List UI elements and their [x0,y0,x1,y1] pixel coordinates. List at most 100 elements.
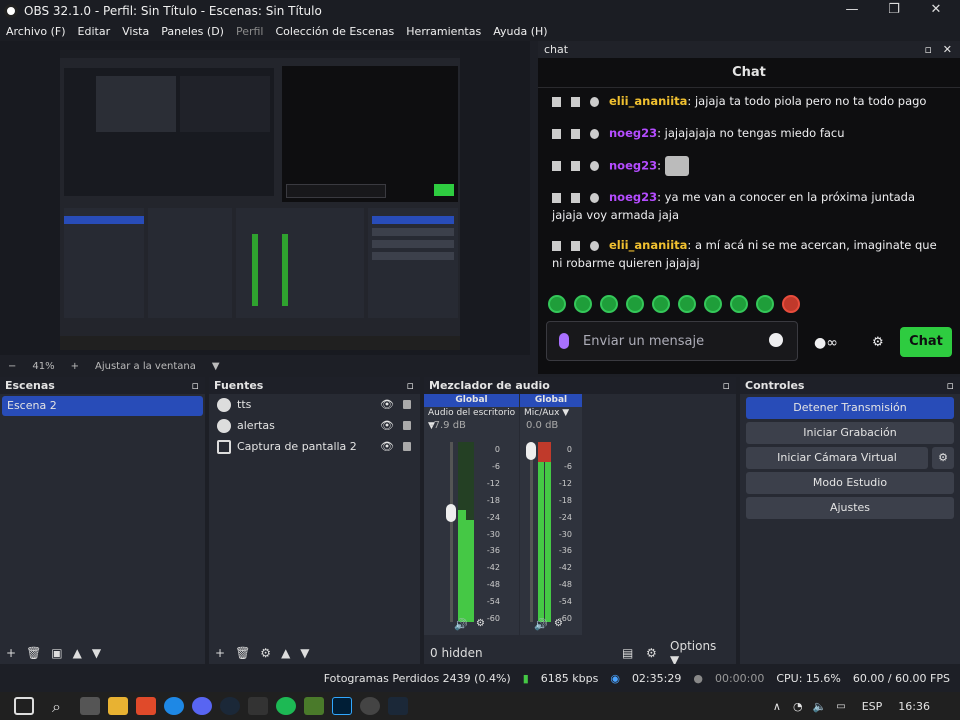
start-icon[interactable] [14,697,34,715]
minecraft-icon[interactable] [304,697,324,715]
emoji-icon[interactable] [769,333,783,347]
float-icon[interactable]: ▫ [407,379,414,392]
lock-icon[interactable] [403,421,411,430]
settings-icon[interactable]: ⚙ [476,618,485,629]
chat-username[interactable]: noeg23 [609,126,657,140]
eye-icon[interactable]: 👁 [380,419,394,432]
float-icon[interactable]: ▫ [192,379,199,392]
trash-icon[interactable]: 🗑 [235,646,250,660]
gear-icon[interactable]: ⚙ [932,447,954,469]
float-icon[interactable]: ▫ [947,379,954,392]
chat-input[interactable]: Enviar un mensaje [546,321,798,361]
eye-icon[interactable]: 👁 [380,440,394,453]
trash-icon[interactable] [552,128,561,139]
menu-vista[interactable]: Vista [122,25,149,38]
epic-games-icon[interactable] [248,697,268,715]
trash-icon[interactable] [552,240,561,251]
volume-slider-handle[interactable] [526,442,536,460]
scene-item[interactable]: Escena 2 [2,396,203,416]
minimize-button[interactable]: — [830,0,874,21]
channel-name[interactable]: Mic/Aux ▼ [520,407,582,420]
chat-send-button[interactable]: Chat [900,327,952,357]
arrow-down-icon[interactable]: ▼ [300,646,309,660]
start-virtual-camera-button[interactable]: Iniciar Cámara Virtual [746,447,928,469]
menu-archivo[interactable]: Archivo (F) [6,25,66,38]
tray-chevron-icon[interactable]: ∧ [773,700,781,713]
chat-username[interactable]: noeg23 [609,159,657,173]
add-icon[interactable]: + [215,646,225,660]
chat-username[interactable]: elii_ananiita [609,94,687,108]
add-icon[interactable]: + [6,646,16,660]
emote-icon[interactable] [574,295,592,313]
trash-icon[interactable] [552,161,561,171]
filter-icon[interactable]: ▣ [51,646,62,660]
start-recording-button[interactable]: Iniciar Grabación [746,422,954,444]
trash-icon[interactable] [552,192,561,203]
emote-icon[interactable] [782,295,800,313]
source-item[interactable]: alertas 👁 [209,415,420,436]
menu-coleccion[interactable]: Colección de Escenas [276,25,395,38]
settings-button[interactable]: Ajustes [746,497,954,519]
zoom-fit-select[interactable]: Ajustar a la ventana [95,361,196,372]
menu-paneles[interactable]: Paneles (D) [161,25,224,38]
timeout-icon[interactable] [571,240,580,251]
wifi-icon[interactable]: ◔ [793,700,803,713]
timeout-icon[interactable] [571,128,580,139]
maximize-button[interactable]: ❐ [872,0,916,21]
discord-icon[interactable] [192,697,212,715]
task-view-icon[interactable] [80,697,100,715]
emote-icon[interactable] [756,295,774,313]
menu-editar[interactable]: Editar [78,25,111,38]
settings-icon[interactable]: ⚙ [554,618,563,629]
file-explorer-icon[interactable] [108,697,128,715]
battery-icon[interactable]: ▭ [836,701,845,712]
trash-icon[interactable] [552,96,561,107]
chevron-down-icon[interactable]: ▼ [212,361,220,372]
arrow-up-icon[interactable]: ▲ [281,646,290,660]
steam-icon[interactable] [220,697,240,715]
speaker-icon[interactable]: 🔈 [813,700,827,713]
gear-icon[interactable]: ⚙ [260,646,271,660]
arrow-down-icon[interactable]: ▼ [92,646,101,660]
volume-slider-track[interactable] [530,442,533,622]
chat-username[interactable]: noeg23 [609,190,657,204]
source-item[interactable]: tts 👁 [209,394,420,415]
chat-username[interactable]: elii_ananiita [609,238,687,252]
emote-icon[interactable] [548,295,566,313]
lock-icon[interactable] [403,400,411,409]
trash-icon[interactable]: 🗑 [26,646,41,660]
studio-mode-button[interactable]: Modo Estudio [746,472,954,494]
timeout-icon[interactable] [571,161,580,171]
ban-icon[interactable] [590,161,599,171]
volume-slider-handle[interactable] [446,504,456,522]
lock-icon[interactable] [403,442,411,451]
layout-icon[interactable]: ▤ [622,646,633,660]
emote-icon[interactable] [730,295,748,313]
edge-icon[interactable] [164,697,184,715]
menu-ayuda[interactable]: Ayuda (H) [493,25,547,38]
microphone-icon[interactable] [559,333,569,349]
volume-icon[interactable]: 🔊 [534,618,548,631]
gear-icon[interactable]: ⚙ [872,335,884,350]
eye-icon[interactable]: 👁 [380,398,394,411]
brave-icon[interactable] [136,697,156,715]
spotify-icon[interactable] [276,697,296,715]
arrow-up-icon[interactable]: ▲ [73,646,82,660]
ban-icon[interactable] [590,240,599,251]
steam-taskbar-icon[interactable] [388,697,408,715]
float-icon[interactable]: ▫ [723,379,730,392]
menu-perfil[interactable]: Perfil [236,25,264,38]
photoshop-icon[interactable] [332,697,352,715]
ban-icon[interactable] [590,128,599,139]
search-icon[interactable]: ⌕ [52,697,72,716]
bits-icon[interactable]: ●∞ [814,335,838,351]
language-indicator[interactable]: ESP [862,700,883,713]
close-button[interactable]: ✕ [914,0,958,21]
channel-name[interactable]: Audio del escritorio ▼ [424,407,519,431]
timeout-icon[interactable] [571,96,580,107]
obs-taskbar-icon[interactable] [360,697,380,715]
emote-icon[interactable] [704,295,722,313]
timeout-icon[interactable] [571,192,580,203]
emote-icon[interactable] [652,295,670,313]
ban-icon[interactable] [590,192,599,203]
